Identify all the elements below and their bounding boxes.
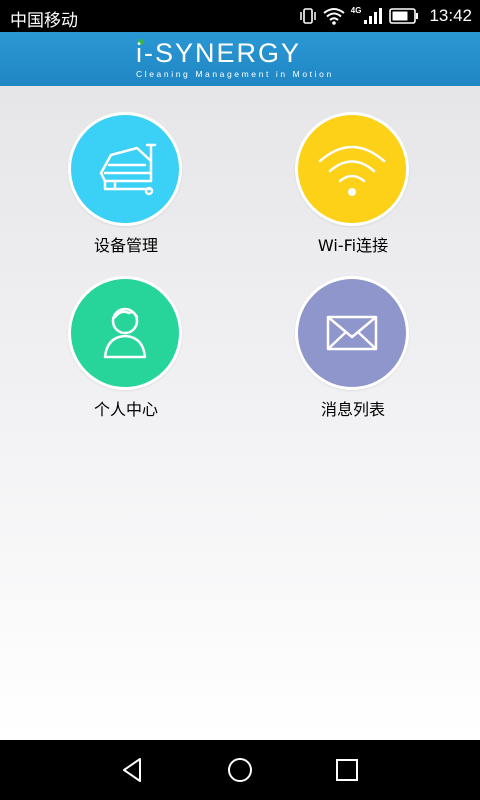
tile-label: 消息列表 — [320, 400, 385, 419]
tile-wifi-connection[interactable]: Wi-Fi连接 — [273, 98, 433, 258]
logo-tagline: Cleaning Management in Motion — [136, 69, 334, 79]
signal-icon — [364, 8, 383, 24]
tile-label: 设备管理 — [93, 236, 158, 255]
floor-scrubber-icon — [99, 143, 157, 196]
wifi-status-icon — [323, 8, 345, 25]
tile-device-management[interactable]: 设备管理 — [46, 98, 206, 258]
main-menu: 设备管理 Wi-Fi连接 个人中心 消息列表 — [0, 86, 480, 740]
personal-center-circle[interactable] — [68, 276, 182, 390]
tile-personal-center[interactable]: 个人中心 — [46, 262, 206, 422]
message-list-circle[interactable] — [295, 276, 409, 390]
tile-label: 个人中心 — [93, 400, 158, 419]
logo: i-SYNERGY Cleaning Management in Motion — [136, 38, 346, 82]
tile-label: Wi-Fi连接 — [317, 236, 389, 255]
wifi-connection-circle[interactable] — [295, 112, 409, 226]
tile-message-list[interactable]: 消息列表 — [273, 262, 433, 422]
status-bar: 中国移动 4G 13:42 — [0, 0, 480, 32]
clock: 13:42 — [429, 6, 472, 25]
navigation-bar — [0, 740, 480, 800]
logo-title: i-SYNERGY — [136, 38, 302, 68]
wifi-icon — [318, 145, 386, 196]
network-type: 4G — [350, 5, 362, 15]
device-management-circle[interactable] — [68, 112, 182, 226]
battery-icon — [389, 8, 419, 24]
home-icon[interactable] — [225, 755, 255, 785]
recents-icon[interactable] — [332, 755, 362, 785]
carrier-name: 中国移动 — [10, 11, 78, 30]
mail-icon — [326, 315, 378, 351]
app-header: i-SYNERGY Cleaning Management in Motion — [0, 32, 480, 86]
status-icons: 4G 13:42 — [299, 5, 472, 27]
back-icon[interactable] — [118, 755, 148, 785]
vibrate-icon — [300, 8, 316, 24]
user-icon — [103, 307, 147, 359]
